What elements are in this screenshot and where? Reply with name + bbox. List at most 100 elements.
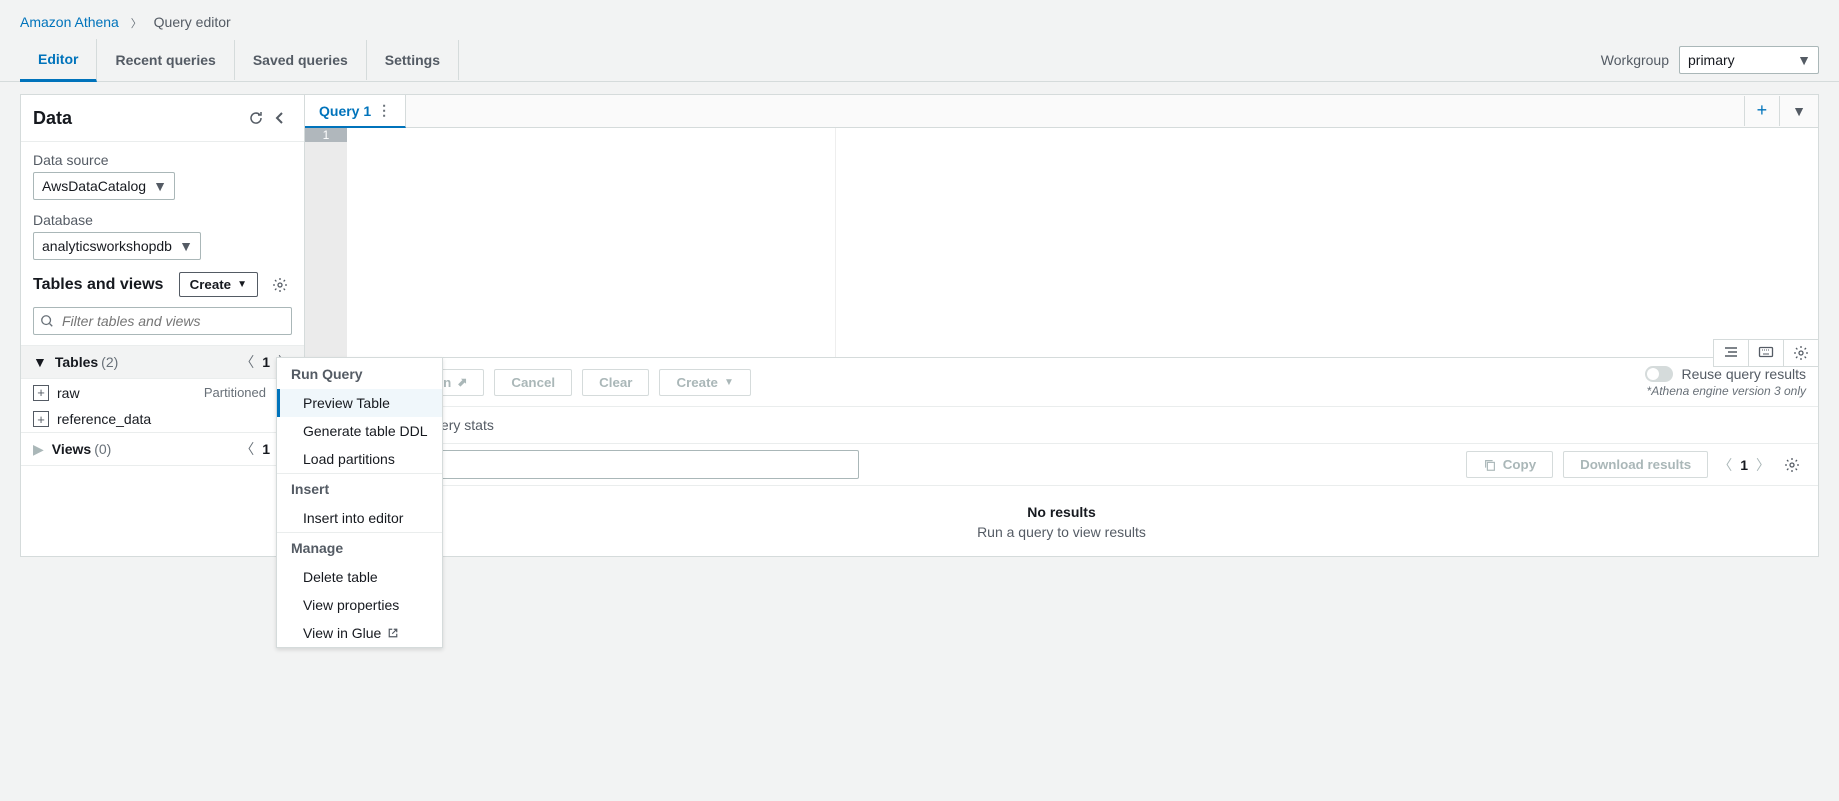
ctx-view-in-glue-label: View in Glue xyxy=(303,625,381,641)
format-query-button[interactable] xyxy=(1714,340,1749,366)
tables-views-title: Tables and views xyxy=(33,276,169,294)
create-dropdown-button[interactable]: Create ▼ xyxy=(659,369,750,396)
ctx-group-insert: Insert xyxy=(277,473,442,504)
copy-icon xyxy=(1483,458,1497,472)
search-icon xyxy=(40,314,54,328)
table-row[interactable]: + reference_data xyxy=(21,406,304,432)
new-query-tab-button[interactable]: + xyxy=(1744,96,1780,126)
table-name: reference_data xyxy=(57,411,286,427)
views-page: 1 xyxy=(262,441,270,457)
tables-prev-page[interactable]: 〈 xyxy=(240,352,254,372)
gear-icon xyxy=(1784,457,1800,473)
toggle-switch-icon xyxy=(1645,366,1673,382)
views-label: Views xyxy=(52,441,91,457)
data-source-value: AwsDataCatalog xyxy=(33,172,175,200)
chevron-right-icon: 〉 xyxy=(123,18,150,30)
workgroup-label: Workgroup xyxy=(1601,52,1669,68)
download-results-button[interactable]: Download results xyxy=(1563,451,1708,478)
ctx-preview-table[interactable]: Preview Table xyxy=(277,389,442,417)
refresh-icon xyxy=(248,110,264,126)
gear-icon xyxy=(272,277,288,293)
workgroup-value: primary xyxy=(1679,46,1819,74)
ctx-view-properties[interactable]: View properties xyxy=(277,591,442,619)
views-prev-page[interactable]: 〈 xyxy=(240,439,254,459)
reuse-results-label: Reuse query results xyxy=(1681,366,1806,382)
tables-label: Tables xyxy=(55,354,98,370)
tab-settings[interactable]: Settings xyxy=(367,40,459,80)
collapse-arrow-icon: ▶ xyxy=(33,441,44,458)
nav-tabs: Editor Recent queries Saved queries Sett… xyxy=(0,39,1839,82)
views-header[interactable]: ▶ Views (0) 〈 1 〉 xyxy=(21,432,304,466)
filter-tables-input[interactable] xyxy=(33,307,292,335)
results-settings-button[interactable] xyxy=(1780,453,1804,477)
expand-icon[interactable]: + xyxy=(33,385,49,401)
table-tag: Partitioned xyxy=(204,385,266,400)
editor-pane: Query 1 ⋮ + ▼ 1 ◢ xyxy=(305,95,1818,556)
tables-views-settings-button[interactable] xyxy=(268,273,292,297)
query-tabs-menu-button[interactable]: ▼ xyxy=(1779,96,1818,126)
breadcrumb-current: Query editor xyxy=(154,14,231,30)
sql-editor[interactable]: 1 ◢ xyxy=(305,128,1818,358)
results-prev-page[interactable]: 〈 xyxy=(1718,455,1732,475)
editor-settings-button[interactable] xyxy=(1784,340,1818,366)
data-source-select[interactable]: AwsDataCatalog ▼ xyxy=(33,172,175,200)
breadcrumb-root-link[interactable]: Amazon Athena xyxy=(20,14,119,30)
copy-label: Copy xyxy=(1503,457,1536,472)
query-tab-1[interactable]: Query 1 ⋮ xyxy=(305,95,406,128)
cancel-button[interactable]: Cancel xyxy=(494,369,572,396)
sidebar-title: Data xyxy=(33,108,244,129)
tables-header[interactable]: ▼ Tables (2) 〈 1 〉 xyxy=(21,345,304,379)
database-select[interactable]: analyticsworkshopdb ▼ xyxy=(33,232,201,260)
workgroup-select[interactable]: primary ▼ xyxy=(1679,46,1819,74)
ctx-view-in-glue[interactable]: View in Glue xyxy=(277,619,442,647)
tab-saved-queries[interactable]: Saved queries xyxy=(235,40,367,80)
editor-util-icons xyxy=(1713,339,1818,367)
editor-split-line xyxy=(835,128,836,357)
line-number: 1 xyxy=(305,128,347,142)
copy-button[interactable]: Copy xyxy=(1466,451,1553,478)
views-count: (0) xyxy=(94,441,111,457)
query-tab-menu-icon[interactable]: ⋮ xyxy=(377,102,391,119)
ctx-load-partitions[interactable]: Load partitions xyxy=(277,445,442,473)
table-name: raw xyxy=(57,385,204,401)
results-next-page[interactable]: 〉 xyxy=(1756,455,1770,475)
tables-count: (2) xyxy=(101,354,118,370)
ctx-group-run-query: Run Query xyxy=(277,358,442,389)
reuse-results-hint: *Athena engine version 3 only xyxy=(1647,384,1806,398)
data-sidebar: Data Data source AwsDataCatalog ▼ xyxy=(21,95,305,556)
create-button[interactable]: Create ▼ xyxy=(179,272,258,297)
data-source-label: Data source xyxy=(33,152,292,168)
create-button-label: Create xyxy=(190,277,232,292)
query-tab-bar: Query 1 ⋮ + ▼ xyxy=(305,95,1818,128)
keyboard-shortcuts-button[interactable] xyxy=(1749,340,1784,366)
table-context-menu: Run Query Preview Table Generate table D… xyxy=(276,357,443,648)
line-gutter: 1 xyxy=(305,128,347,357)
reuse-results-toggle[interactable]: Reuse query results xyxy=(1645,366,1806,382)
results-pane: Query results Query stats Copy Download … xyxy=(305,407,1818,556)
ctx-insert-into-editor[interactable]: Insert into editor xyxy=(277,504,442,532)
ctx-delete-table[interactable]: Delete table xyxy=(277,563,442,591)
caret-down-icon: ▼ xyxy=(237,279,247,290)
table-row[interactable]: + raw Partitioned ⋮ xyxy=(21,379,304,406)
expand-icon[interactable]: + xyxy=(33,411,49,427)
breadcrumb: Amazon Athena 〉 Query editor xyxy=(0,0,1839,39)
database-label: Database xyxy=(33,212,292,228)
database-value: analyticsworkshopdb xyxy=(33,232,201,260)
clear-button[interactable]: Clear xyxy=(582,369,649,396)
external-link-icon: ⬈ xyxy=(457,375,467,389)
collapse-arrow-icon: ▼ xyxy=(33,354,47,370)
external-link-icon xyxy=(387,627,399,639)
create-label: Create xyxy=(676,375,718,390)
ctx-group-manage: Manage xyxy=(277,532,442,563)
results-empty-subtitle: Run a query to view results xyxy=(305,524,1818,540)
tables-page: 1 xyxy=(262,354,270,370)
chevron-left-icon xyxy=(272,110,288,126)
collapse-sidebar-button[interactable] xyxy=(268,106,292,130)
results-page: 1 xyxy=(1740,457,1748,473)
tab-recent-queries[interactable]: Recent queries xyxy=(97,40,234,80)
ctx-generate-ddl[interactable]: Generate table DDL xyxy=(277,417,442,445)
refresh-button[interactable] xyxy=(244,106,268,130)
results-empty-title: No results xyxy=(305,504,1818,520)
tab-editor[interactable]: Editor xyxy=(20,39,97,82)
query-tab-label: Query 1 xyxy=(319,103,371,119)
